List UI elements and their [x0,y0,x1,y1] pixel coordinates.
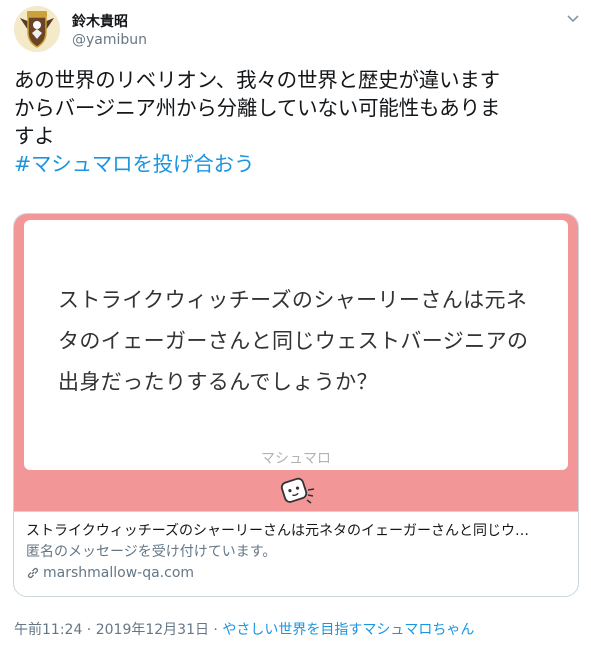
card-title[interactable]: ストライクウィッチーズのシャーリーさんは元ネタのイェーガーさんと同じウ… [26,521,566,541]
link-card[interactable]: ストライクウィッチーズのシャーリーさんは元ネタのイェーガーさんと同じウェストバー… [13,213,579,597]
question-box: ストライクウィッチーズのシャーリーさんは元ネタのイェーガーさんと同じウェストバー… [24,220,568,470]
card-description: 匿名のメッセージを受け付けています。 [26,544,277,560]
user-handle[interactable]: @yamibun [72,32,147,48]
card-domain[interactable]: marshmallow-qa.com [26,563,566,583]
hashtag-link[interactable]: #マシュマロを投げ合おう [14,150,580,178]
avatar[interactable] [14,6,60,52]
display-name[interactable]: 鈴木貴昭 [72,11,128,31]
tweet-text: あの世界のリベリオン、我々の世界と歴史が違います からバージニア州から分離してい… [14,66,580,178]
tweet-date[interactable]: 2019年12月31日 [96,622,209,638]
tweet-body: あの世界のリベリオン、我々の世界と歴史が違います からバージニア州から分離してい… [14,68,501,148]
card-domain-text[interactable]: marshmallow-qa.com [43,563,194,583]
card-image: ストライクウィッチーズのシャーリーさんは元ネタのイェーガーさんと同じウェストバー… [14,214,578,511]
tweet-source-link[interactable]: やさしい世界を目指すマシュマロちゃん [222,622,474,638]
question-text: ストライクウィッチーズのシャーリーさんは元ネタのイェーガーさんと同じウェストバー… [58,288,529,394]
chevron-down-icon[interactable] [565,10,581,26]
tweet-meta: 午前11:24 · 2019年12月31日 · やさしい世界を目指すマシュマロち… [14,619,474,639]
eagle-emblem-icon [14,6,60,52]
link-icon [27,567,39,579]
service-label: マシュマロ [261,451,331,467]
marshmallow-mascot-icon [277,472,317,508]
card-info[interactable]: ストライクウィッチーズのシャーリーさんは元ネタのイェーガーさんと同じウ… 匿名の… [14,511,578,596]
tweet-time[interactable]: 午前11:24 [14,622,82,638]
meta-separator: · [208,622,223,638]
meta-separator: · [82,622,96,638]
